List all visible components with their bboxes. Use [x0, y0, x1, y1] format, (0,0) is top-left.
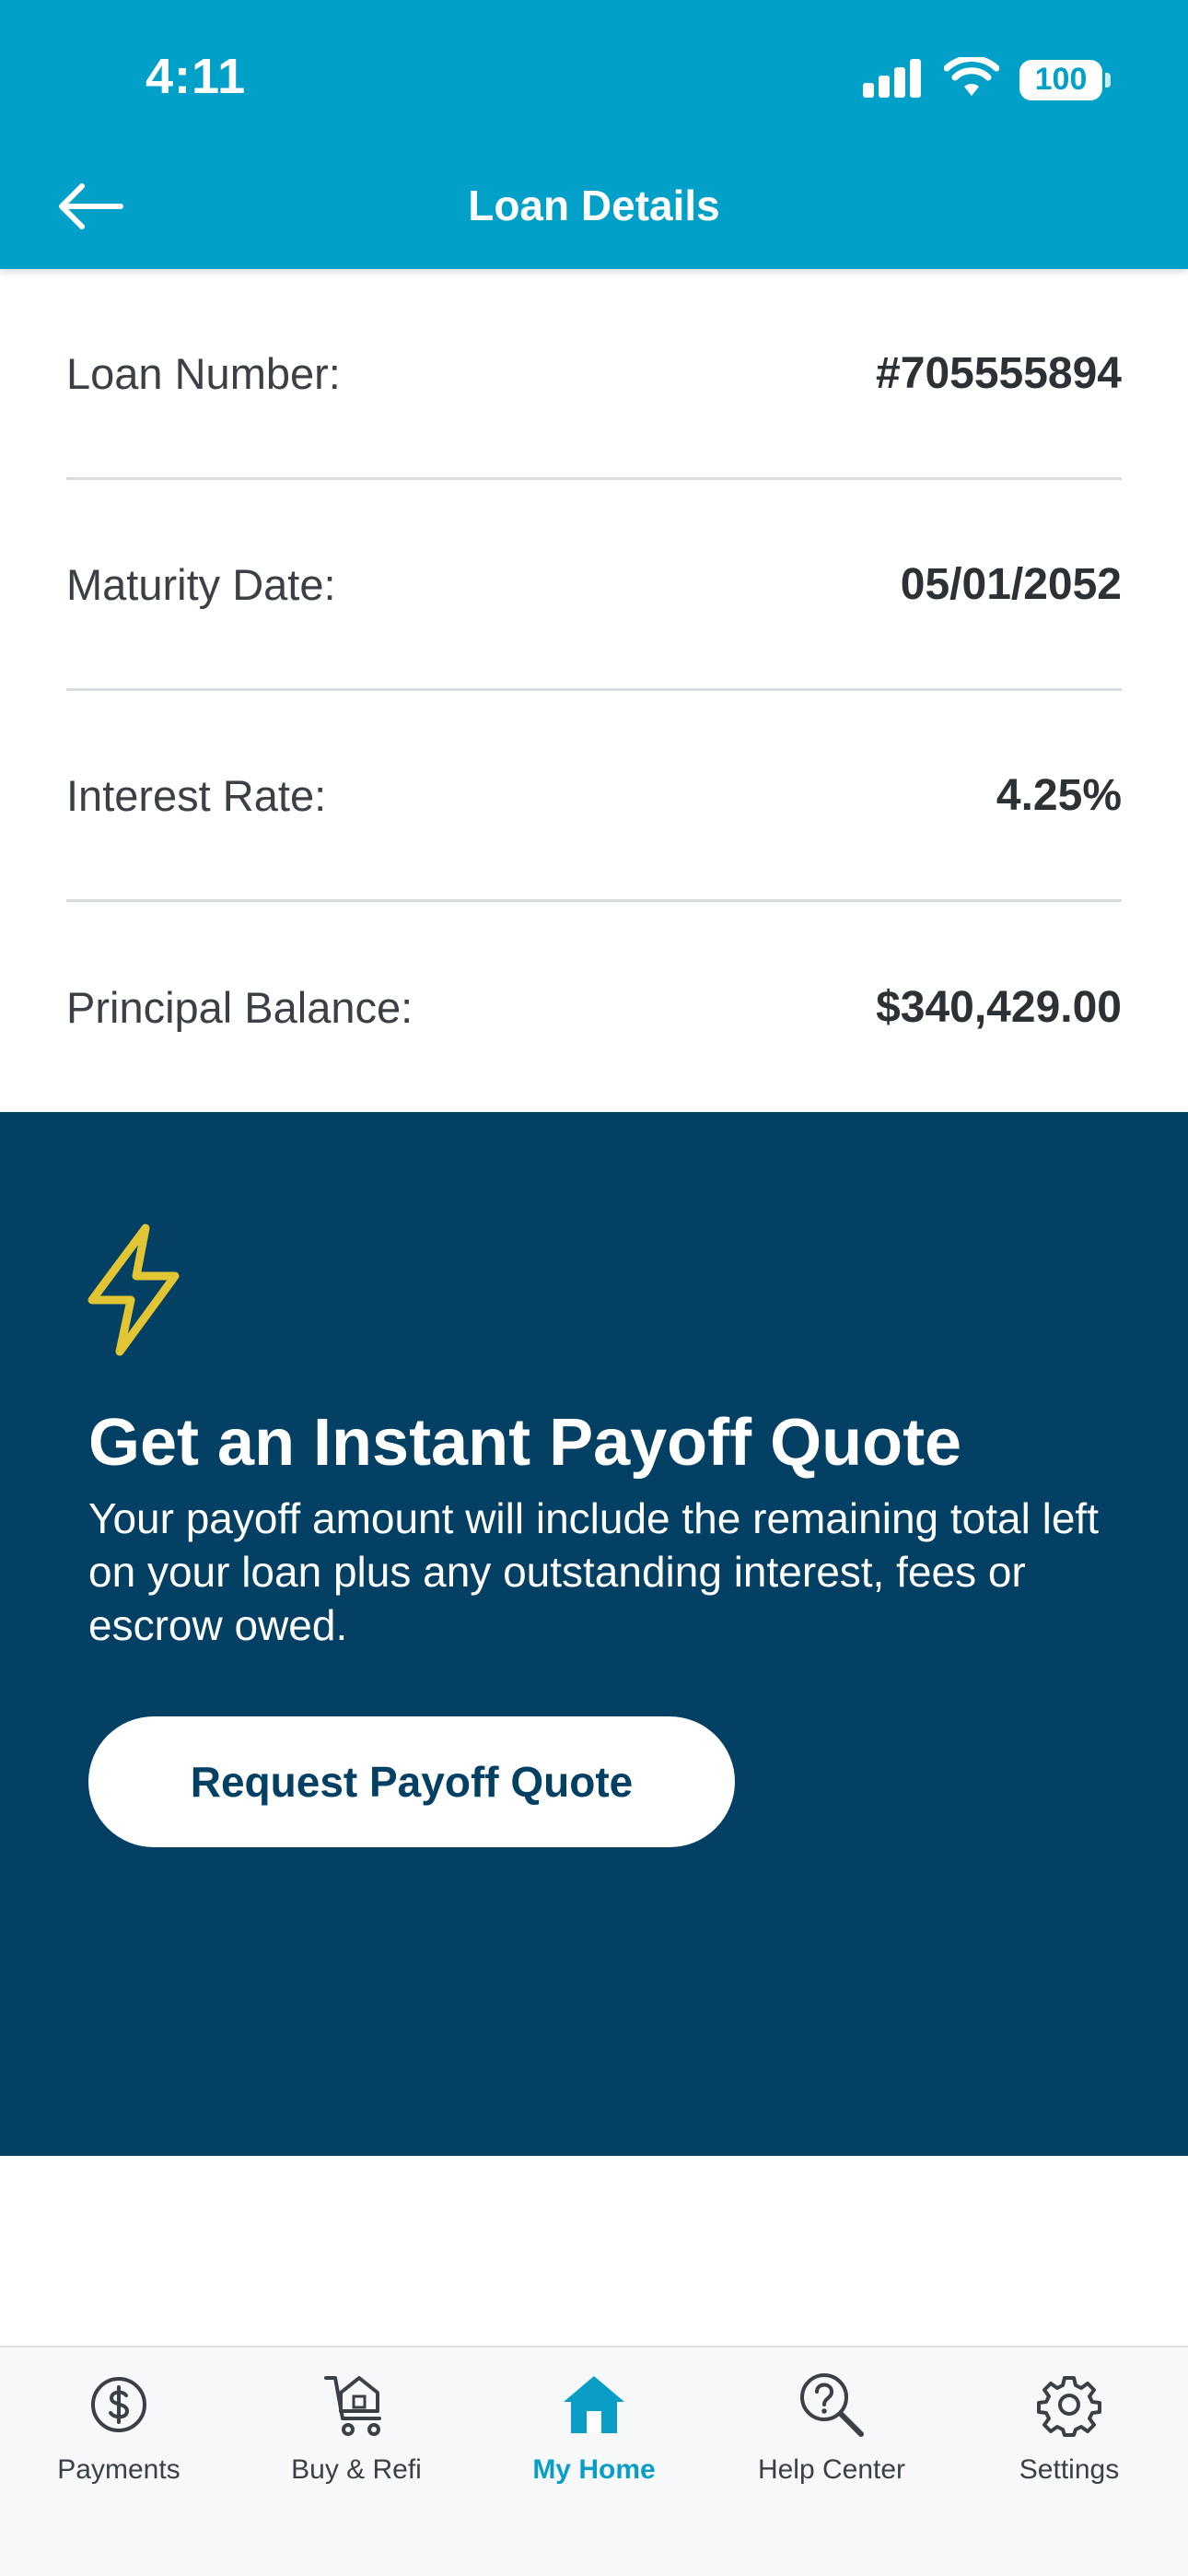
gear-icon: [1032, 2368, 1106, 2441]
cellular-signal-icon: [861, 57, 924, 102]
tab-buy-refi[interactable]: Buy & Refi: [238, 2348, 475, 2576]
payoff-description: Your payoff amount will include the rema…: [88, 1494, 1099, 1649]
tab-label-payments: Payments: [57, 2454, 181, 2485]
principal-balance-label: Principal Balance:: [66, 983, 413, 1032]
tab-label-settings: Settings: [1019, 2454, 1120, 2485]
house-cart-icon: [320, 2368, 393, 2441]
app-header: 4:11 100 Loan Details: [0, 0, 1188, 269]
tab-label-buy-refi: Buy & Refi: [291, 2454, 422, 2485]
payoff-quote-section: Get an Instant Payoff Quote Your payoff …: [0, 1112, 1188, 2156]
detail-row-loan-number: Loan Number: #705555894: [66, 269, 1122, 480]
interest-rate-label: Interest Rate:: [66, 770, 327, 820]
tab-settings[interactable]: Settings: [950, 2348, 1188, 2576]
battery-tip: [1105, 72, 1111, 88]
bottom-tab-bar: Payments Buy & Refi My Home Help Center …: [0, 2346, 1188, 2576]
detail-row-interest-rate: Interest Rate: 4.25%: [66, 691, 1122, 902]
tab-my-home[interactable]: My Home: [475, 2348, 713, 2576]
page-title: Loan Details: [468, 181, 720, 229]
loan-details-list: Loan Number: #705555894 Maturity Date: 0…: [66, 269, 1122, 1113]
detail-row-principal-balance: Principal Balance: $340,429.00: [66, 902, 1122, 1113]
battery-indicator: 100: [1019, 59, 1111, 100]
maturity-date-value: 05/01/2052: [900, 559, 1122, 609]
status-time: 4:11: [146, 49, 247, 104]
dollar-circle-icon: [82, 2368, 156, 2441]
maturity-date-label: Maturity Date:: [66, 559, 336, 609]
wifi-icon: [943, 55, 1000, 102]
interest-rate-value: 4.25%: [996, 770, 1122, 820]
status-icons: 100: [861, 55, 1111, 102]
tab-payments[interactable]: Payments: [0, 2348, 238, 2576]
payoff-title: Get an Instant Payoff Quote: [88, 1406, 962, 1480]
loan-number-value: #705555894: [876, 348, 1122, 398]
question-search-icon: [795, 2368, 868, 2441]
principal-balance-value: $340,429.00: [876, 983, 1122, 1032]
lightning-bolt-icon: [83, 1221, 184, 1364]
loan-number-label: Loan Number:: [66, 348, 341, 398]
request-payoff-quote-button[interactable]: Request Payoff Quote: [88, 1716, 735, 1847]
tab-label-help-center: Help Center: [757, 2454, 906, 2485]
detail-row-maturity-date: Maturity Date: 05/01/2052: [66, 480, 1122, 691]
tab-label-my-home: My Home: [532, 2454, 656, 2485]
battery-level: 100: [1019, 59, 1102, 100]
home-icon: [557, 2368, 631, 2441]
tab-help-center[interactable]: Help Center: [713, 2348, 950, 2576]
